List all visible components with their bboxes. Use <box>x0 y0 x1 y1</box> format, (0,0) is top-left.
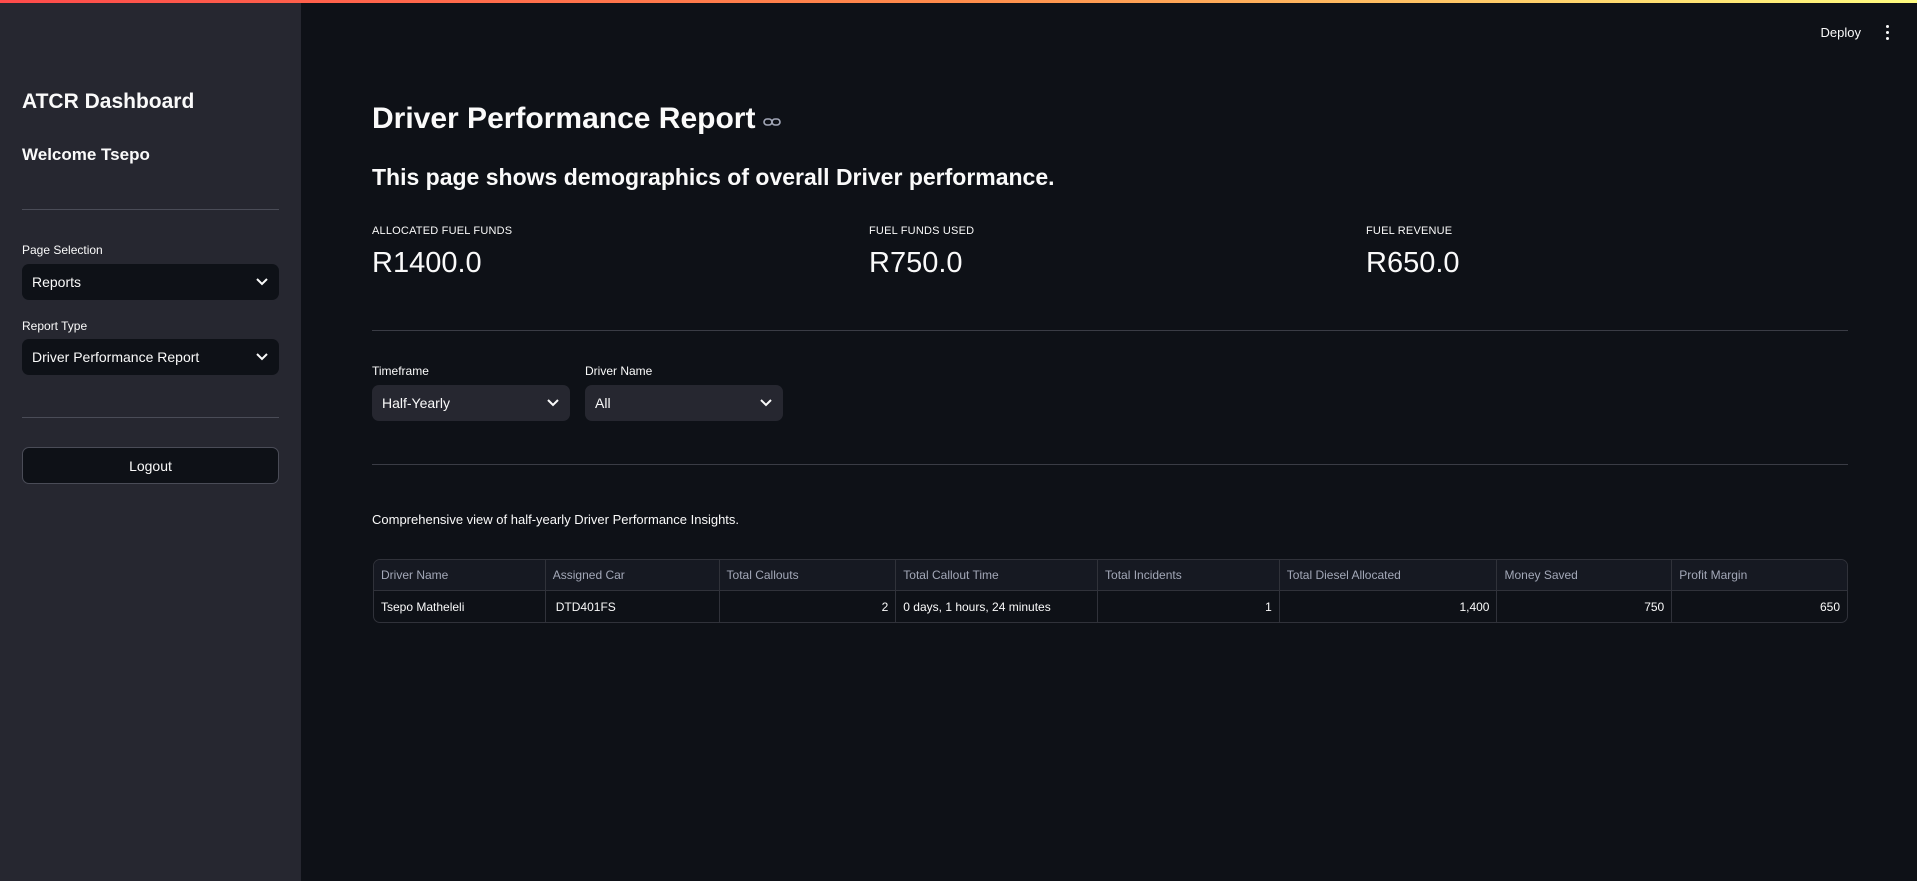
column-header[interactable]: Total Callouts <box>720 560 897 590</box>
driver-performance-table[interactable]: Driver Name Assigned Car Total Callouts … <box>373 559 1848 623</box>
driver-name-value: All <box>595 395 611 411</box>
page-subtitle: This page shows demographics of overall … <box>372 164 1055 190</box>
section-divider <box>372 464 1848 465</box>
column-header[interactable]: Assigned Car <box>546 560 720 590</box>
table-caption: Comprehensive view of half-yearly Driver… <box>372 512 740 527</box>
table-cell[interactable]: 0 days, 1 hours, 24 minutes <box>896 591 1099 622</box>
sidebar: ATCR Dashboard Welcome Tsepo Page Select… <box>0 0 301 881</box>
metric-value: R650.0 <box>1366 247 1460 279</box>
driver-name-select[interactable]: All <box>585 385 783 421</box>
page-title: Driver Performance Report <box>372 102 782 136</box>
column-header[interactable]: Profit Margin <box>1672 560 1847 590</box>
metric-label: FUEL REVENUE <box>1366 225 1453 237</box>
column-header[interactable]: Money Saved <box>1497 560 1673 590</box>
sidebar-divider <box>22 209 279 210</box>
column-header[interactable]: Total Diesel Allocated <box>1280 560 1498 590</box>
more-menu-icon[interactable] <box>1879 22 1895 42</box>
chevron-down-icon <box>255 350 269 364</box>
logout-button[interactable]: Logout <box>22 447 279 484</box>
metric-value: R750.0 <box>869 247 963 279</box>
table-row[interactable]: Tsepo Matheleli DTD401FS 2 0 days, 1 hou… <box>374 591 1847 622</box>
table-cell[interactable]: 750 <box>1497 591 1673 622</box>
sidebar-title: ATCR Dashboard <box>22 90 195 113</box>
table-cell[interactable]: 2 <box>720 591 897 622</box>
table-header-row: Driver Name Assigned Car Total Callouts … <box>374 560 1847 591</box>
column-header[interactable]: Driver Name <box>374 560 546 590</box>
table-cell[interactable]: 1,400 <box>1280 591 1498 622</box>
timeframe-select[interactable]: Half-Yearly <box>372 385 570 421</box>
timeframe-label: Timeframe <box>372 364 429 378</box>
page-selection-select[interactable]: Reports <box>22 264 279 300</box>
link-icon[interactable] <box>763 102 782 136</box>
top-decoration-bar <box>0 0 1917 3</box>
sidebar-divider <box>22 417 279 418</box>
column-header[interactable]: Total Callout Time <box>896 560 1099 590</box>
metric-fuel-funds-used: FUEL FUNDS USED R750.0 <box>869 225 974 280</box>
metric-value: R1400.0 <box>372 247 482 279</box>
column-header[interactable]: Total Incidents <box>1098 560 1280 590</box>
metric-allocated-fuel-funds: ALLOCATED FUEL FUNDS R1400.0 <box>372 225 512 280</box>
report-type-label: Report Type <box>22 319 88 333</box>
table-cell[interactable]: 650 <box>1672 591 1847 622</box>
table-cell[interactable]: Tsepo Matheleli <box>374 591 546 622</box>
driver-name-label: Driver Name <box>585 364 653 378</box>
metric-label: FUEL FUNDS USED <box>869 225 975 237</box>
app-header: Deploy <box>1821 22 1895 42</box>
deploy-button[interactable]: Deploy <box>1821 25 1861 40</box>
report-type-select[interactable]: Driver Performance Report <box>22 339 279 375</box>
metric-label: ALLOCATED FUEL FUNDS <box>372 225 513 237</box>
section-divider <box>372 330 1848 331</box>
chevron-down-icon <box>255 275 269 289</box>
report-type-value: Driver Performance Report <box>32 349 200 365</box>
chevron-down-icon <box>759 396 773 410</box>
metric-fuel-revenue: FUEL REVENUE R650.0 <box>1366 225 1460 280</box>
page-selection-value: Reports <box>32 274 82 290</box>
table-cell[interactable]: DTD401FS <box>546 591 720 622</box>
table-cell[interactable]: 1 <box>1098 591 1280 622</box>
chevron-down-icon <box>546 396 560 410</box>
page-selection-label: Page Selection <box>22 243 103 257</box>
page-title-text: Driver Performance Report <box>372 102 756 135</box>
timeframe-value: Half-Yearly <box>382 395 450 411</box>
welcome-text: Welcome Tsepo <box>22 145 150 164</box>
